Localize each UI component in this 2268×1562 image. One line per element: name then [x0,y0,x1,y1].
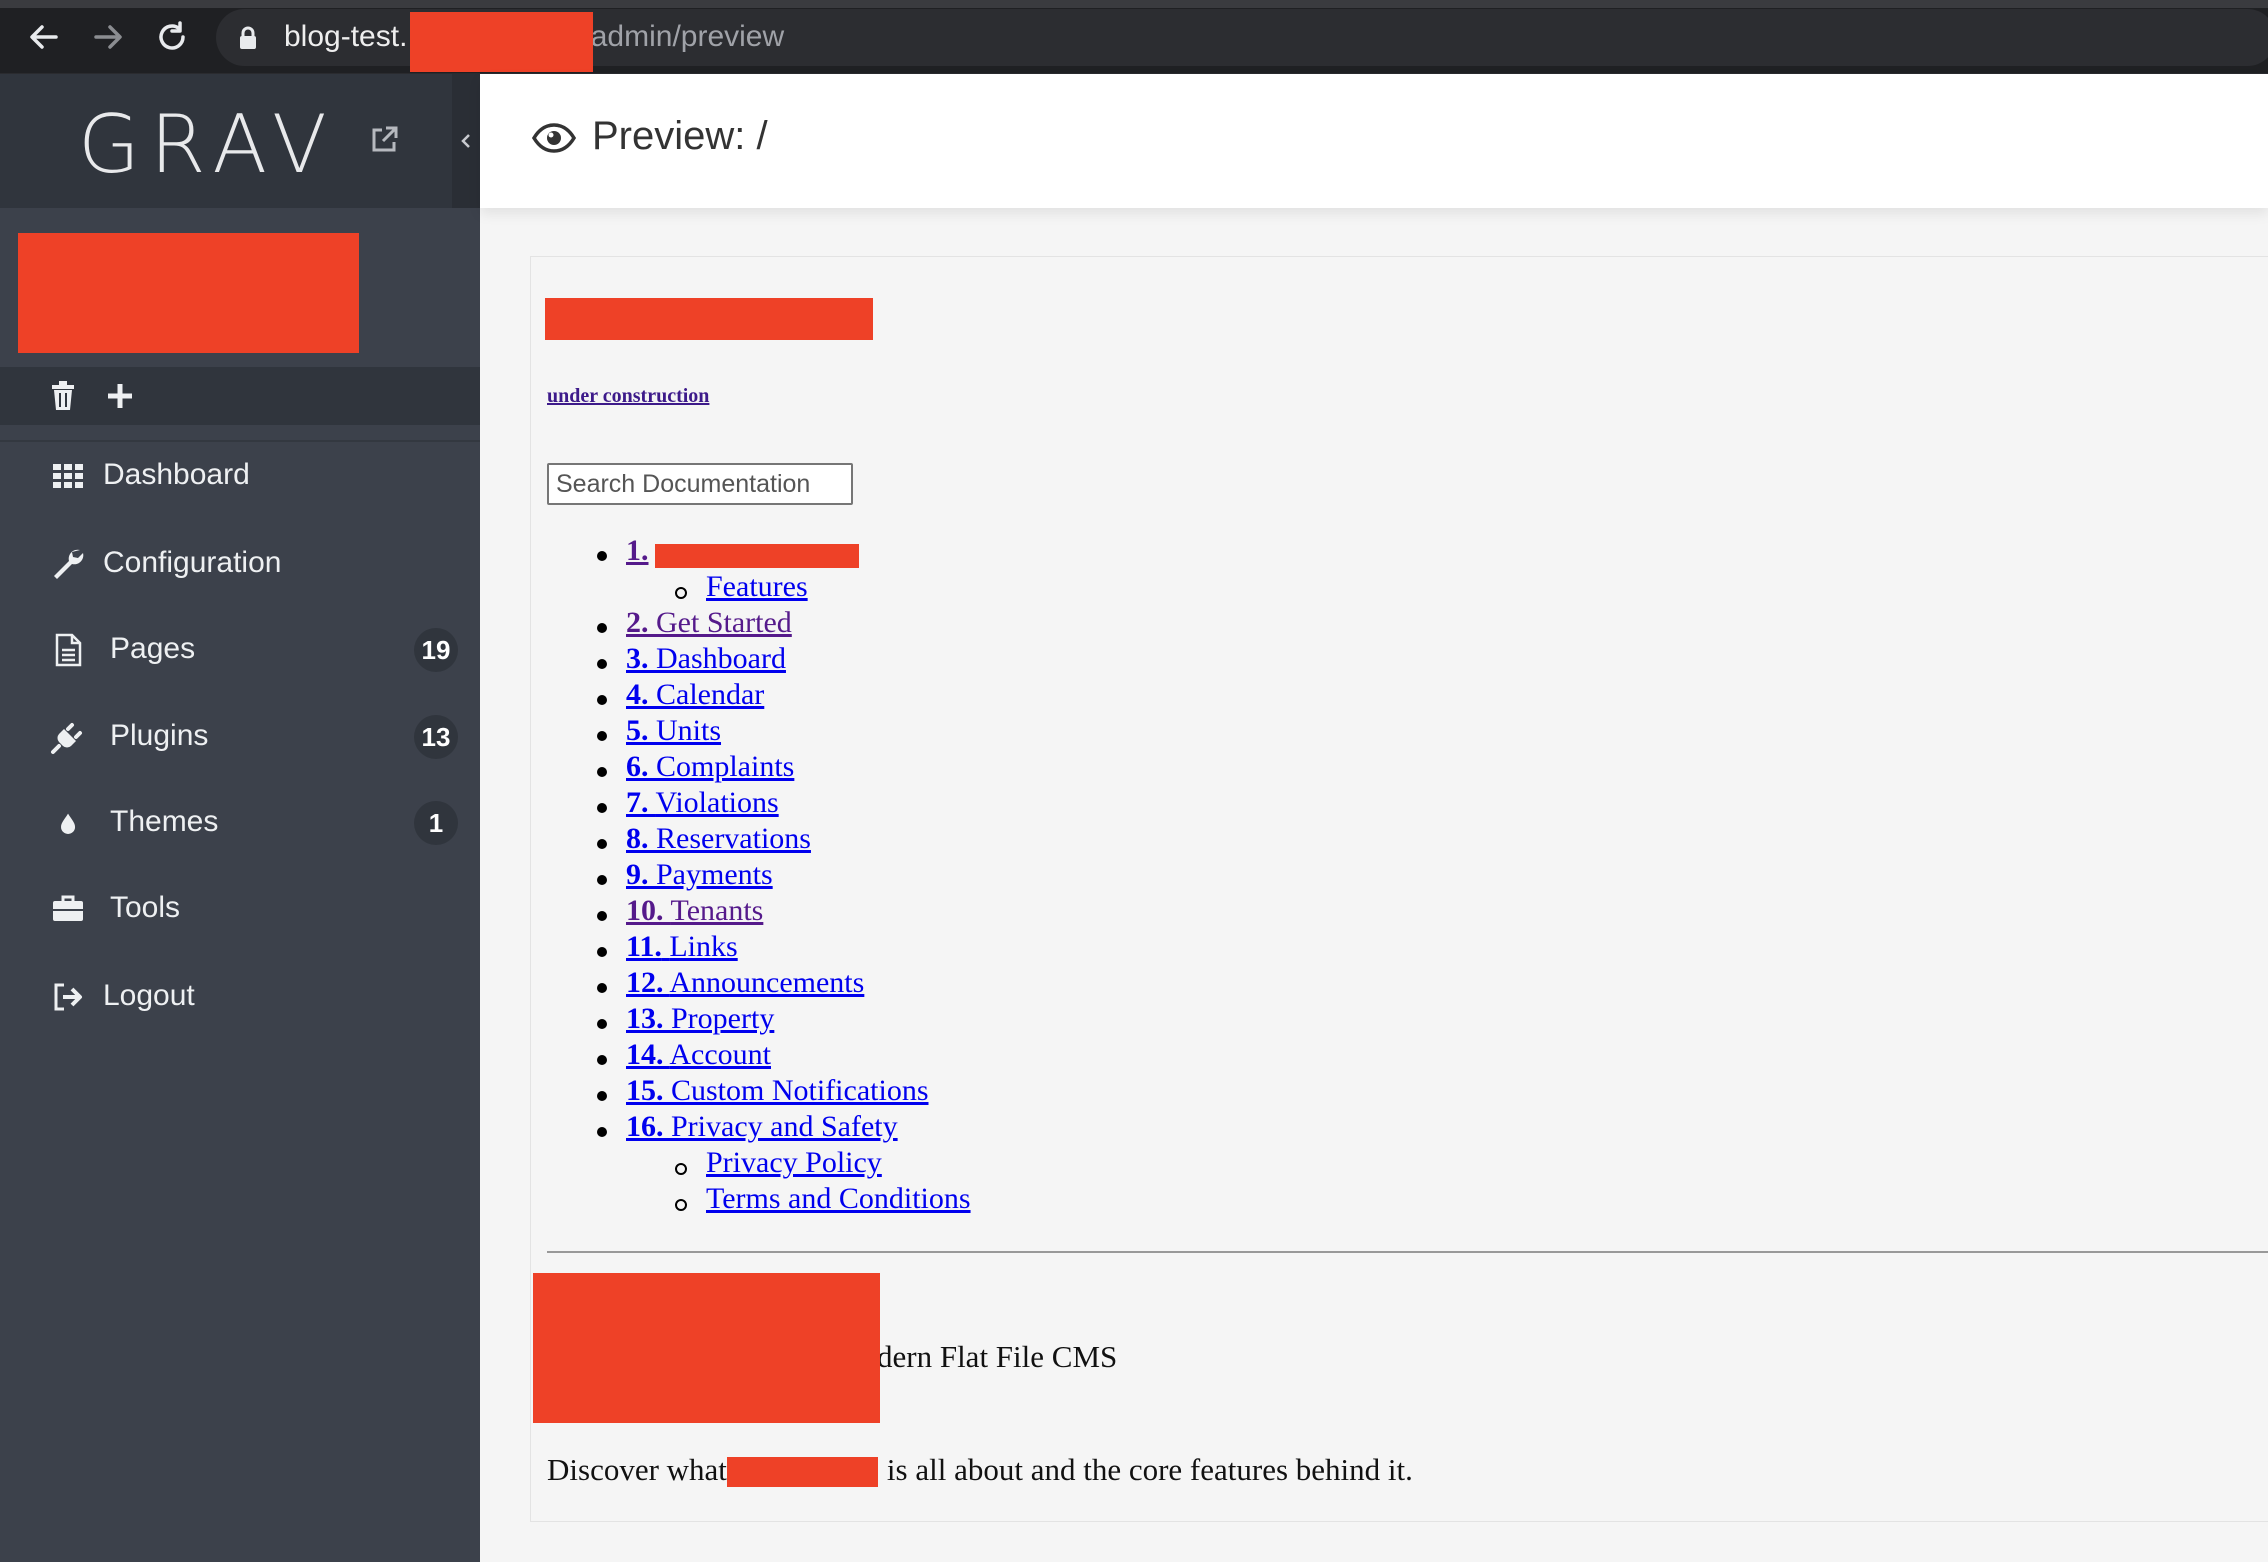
toc-item[interactable]: 4. Calendar [626,677,764,713]
toc-item[interactable]: 13. Property [626,1001,774,1037]
sidebar-item-tools[interactable]: Tools [0,867,480,951]
toc-item[interactable]: 7. Violations [626,785,779,821]
page-title: Preview: / [592,114,768,158]
toc-subitem[interactable]: Privacy Policy [706,1145,882,1181]
forward-button[interactable] [88,17,128,57]
redaction [655,544,859,568]
sidebar-item-label: Configuration [103,546,282,579]
list-bullet [597,1019,607,1029]
toc-item[interactable]: 14. Account [626,1037,771,1073]
list-bullet [597,1127,607,1137]
plugins-count-badge: 13 [414,715,458,759]
toc-item[interactable]: 12. Announcements [626,965,864,1001]
grav-logo[interactable]: GRAV [78,100,337,190]
toc-item[interactable]: 5. Units [626,713,721,749]
sidebar-item-label: Plugins [110,719,209,752]
grid-icon [53,464,83,488]
list-bullet [597,659,607,669]
reload-button[interactable] [152,17,192,57]
list-bullet [597,947,607,957]
toc-item[interactable]: 10. Tenants [626,893,763,929]
divider [547,1251,2268,1253]
file-icon [55,633,82,667]
toc-item[interactable]: 3. Dashboard [626,641,786,677]
sidebar-item-plugins[interactable]: Plugins 13 [0,695,480,779]
browser-toolbar: blog-test./admin/preview [0,0,2268,74]
sidebar-item-pages[interactable]: Pages 19 [0,608,480,692]
sidebar-item-label: Logout [103,979,195,1012]
list-bullet [597,623,607,633]
redaction [533,1273,880,1423]
list-bullet [597,983,607,993]
list-bullet [597,1091,607,1101]
lock-icon [240,26,256,49]
list-circle [675,1199,687,1211]
list-bullet [597,767,607,777]
sidebar-item-configuration[interactable]: Configuration [0,522,480,606]
toc-item[interactable]: 6. Complaints [626,749,794,785]
list-bullet [597,875,607,885]
sidebar-item-themes[interactable]: Themes 1 [0,781,480,865]
back-button[interactable] [24,17,64,57]
sidebar-item-label: Tools [110,891,181,924]
list-bullet [597,695,607,705]
eye-icon [532,123,576,153]
sidebar-collapse-toggle[interactable] [452,74,480,208]
logout-icon [54,983,82,1011]
list-circle [675,1163,687,1175]
toc-item[interactable]: 16. Privacy and Safety [626,1109,898,1145]
wrench-icon [54,549,84,579]
plug-icon [51,723,82,754]
under-construction-link[interactable]: under construction [547,385,709,408]
logo-area: GRAV [0,74,452,208]
plus-icon[interactable] [106,381,134,411]
redaction [410,12,593,72]
sidebar-item-logout[interactable]: Logout [0,955,480,1039]
quick-actions [0,367,480,425]
drop-icon [61,813,76,834]
toc-item[interactable]: 11. Links [626,929,738,965]
toc-item[interactable]: 9. Payments [626,857,773,893]
redaction [545,298,873,340]
list-bullet [597,731,607,741]
cms-tagline: dern Flat File CMS [877,1339,1118,1374]
pages-count-badge: 19 [414,628,458,672]
trash-icon[interactable] [50,381,76,411]
chevron-left-icon [461,134,470,148]
redaction [18,233,359,353]
toc-subitem[interactable]: Terms and Conditions [706,1181,971,1217]
briefcase-icon [53,895,83,921]
toc-item[interactable]: 2. Get Started [626,605,792,641]
sidebar-item-label: Dashboard [103,458,250,491]
reload-icon [159,21,185,50]
toc-subitem[interactable]: Features [706,569,808,605]
toc-item[interactable]: 8. Reservations [626,821,811,857]
redaction [727,1457,878,1487]
toc-item[interactable]: 1. [626,533,649,569]
list-bullet [597,803,607,813]
sidebar-item-label: Themes [110,805,219,838]
sidebar-item-label: Pages [110,632,196,665]
search-input[interactable]: Search Documentation [547,463,853,505]
list-bullet [597,911,607,921]
themes-count-badge: 1 [414,801,458,845]
page-header: Preview: / [480,74,2268,208]
list-bullet [597,839,607,849]
toc-item[interactable]: 15. Custom Notifications [626,1073,929,1109]
discover-text: Discover what is all about and the core f… [547,1452,1413,1487]
list-circle [675,587,687,599]
sidebar-item-dashboard[interactable]: Dashboard [0,434,480,518]
list-bullet [597,1055,607,1065]
arrow-left-icon [30,25,58,49]
external-link-icon[interactable] [368,124,400,156]
arrow-right-icon [94,25,122,49]
list-bullet [597,551,607,561]
